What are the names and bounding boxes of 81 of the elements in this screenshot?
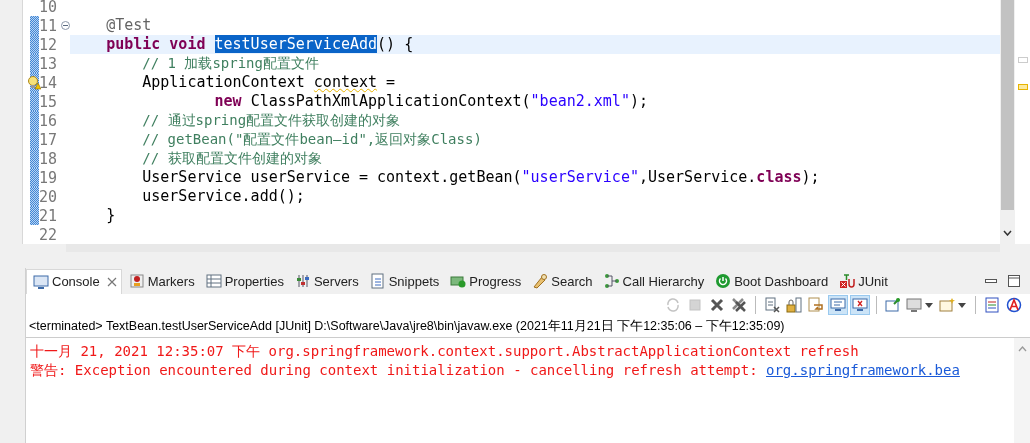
- lock-button[interactable]: [784, 295, 804, 315]
- spring-button[interactable]: [1004, 295, 1024, 315]
- scroll-down-icon[interactable]: [1003, 230, 1012, 236]
- wrap-button[interactable]: [806, 295, 826, 315]
- line-number: 14: [39, 73, 59, 92]
- window-icon: [939, 297, 955, 313]
- power-icon: [715, 273, 732, 289]
- stack-link[interactable]: org.springframework.bea: [766, 362, 960, 378]
- keyword: class: [756, 168, 802, 186]
- table-icon: [205, 273, 222, 289]
- code-text: );: [801, 168, 820, 186]
- view-tab[interactable]: Search: [526, 269, 597, 293]
- warning-text: context: [313, 73, 378, 91]
- selected-text: testUserServiceAdd: [214, 35, 378, 53]
- junit-icon: [839, 273, 856, 289]
- hierarchy-icon: [603, 273, 620, 289]
- document-icon: [369, 273, 386, 289]
- view-tab[interactable]: Console: [26, 268, 122, 294]
- dropdown-arrow-icon[interactable]: [958, 302, 966, 308]
- string-literal: "userService": [521, 168, 639, 186]
- log-message: 十一月 21, 2021 12:35:07 下午 org.springframework.context.support.AbstractApplicationContext refresh: [30, 343, 859, 359]
- dropdown-arrow-icon[interactable]: [925, 302, 933, 308]
- view-tab[interactable]: Servers: [288, 269, 363, 293]
- code-text: () {: [377, 35, 414, 53]
- line-number: 10: [39, 0, 59, 16]
- keyword: void: [169, 35, 206, 53]
- close-icon[interactable]: [106, 276, 117, 287]
- sliders-icon: [294, 273, 311, 289]
- code-comment: // 获取配置文件创建的对象: [142, 150, 322, 166]
- code-text: ,UserService.: [638, 168, 757, 186]
- code-text: ApplicationContext: [142, 73, 305, 91]
- stderr-button[interactable]: [850, 295, 870, 315]
- output-scrollbar[interactable]: [1014, 338, 1030, 443]
- line-number: 21: [39, 206, 59, 225]
- view-tab[interactable]: Boot Dashboard: [709, 269, 833, 293]
- process-label: <terminated> TextBean.testUserServiceAdd [JUnit] D:\Software\Java\jre8\bin\javaw.exe (2021年11月21日 下午12:35:06 – 下午12:35:09): [26, 316, 1030, 338]
- line-number: 15: [39, 92, 59, 111]
- vertical-scrollbar[interactable]: [1000, 0, 1015, 244]
- view-tab[interactable]: Call Hierarchy: [597, 269, 709, 293]
- monitor-icon: [33, 273, 49, 290]
- marker-icon: [128, 273, 145, 289]
- line-number: 12: [39, 35, 59, 54]
- line-number: 20: [39, 187, 59, 206]
- code-text: =: [386, 73, 396, 91]
- annotation: @Test: [106, 16, 152, 34]
- line-number: 17: [39, 130, 59, 149]
- code-text: }: [106, 206, 116, 224]
- code-comment: // getBean("配置文件bean—id",返回对象Class): [142, 131, 482, 147]
- log-message: 警告: Exception encountered during context initialization - cancelling refresh attempt:: [30, 362, 759, 378]
- code-text: userService.add();: [142, 187, 305, 205]
- view-tab[interactable]: Markers: [122, 269, 199, 293]
- view-tab[interactable]: Snippets: [363, 269, 444, 293]
- keyword: new: [214, 92, 242, 110]
- display-button[interactable]: [905, 295, 936, 315]
- line-number: 11: [39, 16, 59, 35]
- code-text: UserService userService = context.getBean(: [142, 168, 522, 186]
- code-text: ClassPathXmlApplicationContext(: [250, 92, 531, 110]
- keyword: public: [106, 35, 161, 53]
- line-number: 19: [39, 168, 59, 187]
- collapse-icon[interactable]: [61, 21, 70, 30]
- string-literal: "bean2.xml": [530, 92, 630, 110]
- code-comment: // 1 加载spring配置文件: [142, 55, 319, 71]
- line-number: 18: [39, 149, 59, 168]
- progress-icon: [450, 273, 467, 289]
- monitor-icon: [906, 297, 922, 313]
- code-text: );: [629, 92, 648, 110]
- flashlight-icon: [532, 273, 549, 289]
- warning-marker: [1018, 84, 1028, 90]
- view-tab[interactable]: JUnit: [833, 269, 892, 293]
- pin-button[interactable]: [883, 295, 903, 315]
- maximize-icon[interactable]: [1008, 275, 1020, 287]
- code-comment: // 通过spring配置文件获取创建的对象: [142, 112, 401, 128]
- line-number: 16: [39, 111, 59, 130]
- line-number: 22: [39, 225, 59, 244]
- code-editor[interactable]: [22, 0, 1030, 244]
- view-tab[interactable]: Properties: [199, 269, 288, 293]
- clear-button[interactable]: [762, 295, 782, 315]
- scroll-up-icon[interactable]: [1017, 346, 1027, 352]
- line-number: 13: [39, 54, 59, 73]
- view-tab[interactable]: Progress: [444, 269, 526, 293]
- stdout-button[interactable]: [828, 295, 848, 315]
